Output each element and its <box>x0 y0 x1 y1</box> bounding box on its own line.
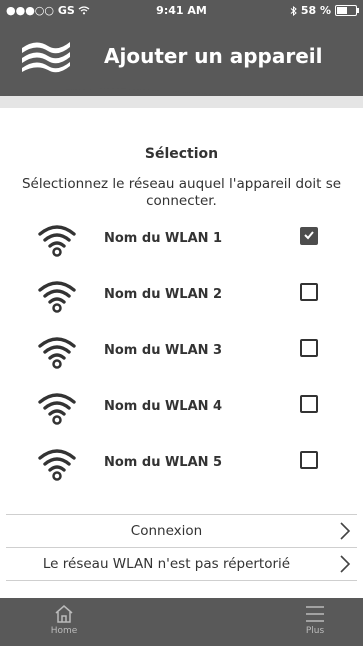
network-name: Nom du WLAN 4 <box>104 399 223 414</box>
connect-button[interactable]: Connexion <box>6 514 357 547</box>
network-name: Nom du WLAN 2 <box>104 287 223 302</box>
network-row[interactable]: Nom du WLAN 3 <box>0 334 363 374</box>
page-title: Ajouter un appareil <box>104 44 323 68</box>
wifi-icon <box>38 337 76 369</box>
tab-home[interactable]: Home <box>34 604 94 636</box>
instruction-text: Sélectionnez le réseau auquel l'appareil… <box>21 176 342 209</box>
network-checkbox[interactable] <box>300 227 318 245</box>
chevron-right-icon <box>340 555 351 573</box>
battery-percent: 58 % <box>300 4 331 17</box>
network-name: Nom du WLAN 1 <box>104 231 223 246</box>
network-name: Nom du WLAN 5 <box>104 455 223 470</box>
menu-icon <box>306 606 324 622</box>
battery-icon <box>335 5 359 16</box>
screen: ●●●○○ GS 9:41 AM 58 % Ajouter un apparei… <box>0 0 363 646</box>
network-checkbox[interactable] <box>300 339 318 357</box>
home-icon <box>55 605 73 623</box>
main-content: Sélection Sélectionnez le réseau auquel … <box>0 108 363 628</box>
header-wave-divider <box>0 82 363 96</box>
network-row[interactable]: Nom du WLAN 1 <box>0 222 363 262</box>
section-title: Sélection <box>144 146 219 162</box>
network-name: Nom du WLAN 3 <box>104 343 223 358</box>
wifi-icon <box>38 449 76 481</box>
wifi-icon <box>38 393 76 425</box>
network-row[interactable]: Nom du WLAN 4 <box>0 390 363 430</box>
tab-more-label: Plus <box>305 626 325 636</box>
network-checkbox[interactable] <box>300 451 318 469</box>
network-not-listed-label: Le réseau WLAN n'est pas répertorié <box>42 556 291 572</box>
chevron-right-icon <box>340 522 351 540</box>
tab-more[interactable]: Plus <box>285 604 345 636</box>
bluetooth-icon <box>290 5 297 16</box>
network-checkbox[interactable] <box>300 395 318 413</box>
network-row[interactable]: Nom du WLAN 2 <box>0 278 363 318</box>
wifi-icon <box>38 225 76 257</box>
network-checkbox[interactable] <box>300 283 318 301</box>
status-right: 58 % <box>290 4 359 17</box>
status-bar: ●●●○○ GS 9:41 AM 58 % <box>0 0 363 22</box>
network-not-listed-button[interactable]: Le réseau WLAN n'est pas répertorié <box>6 547 357 581</box>
connect-label: Connexion <box>130 523 203 539</box>
network-row[interactable]: Nom du WLAN 5 <box>0 446 363 486</box>
tab-home-label: Home <box>50 626 78 636</box>
checkmark-icon <box>304 231 314 240</box>
wave-logo-icon <box>22 42 70 73</box>
tab-bar: Home Plus <box>0 598 363 646</box>
wifi-icon <box>38 281 76 313</box>
